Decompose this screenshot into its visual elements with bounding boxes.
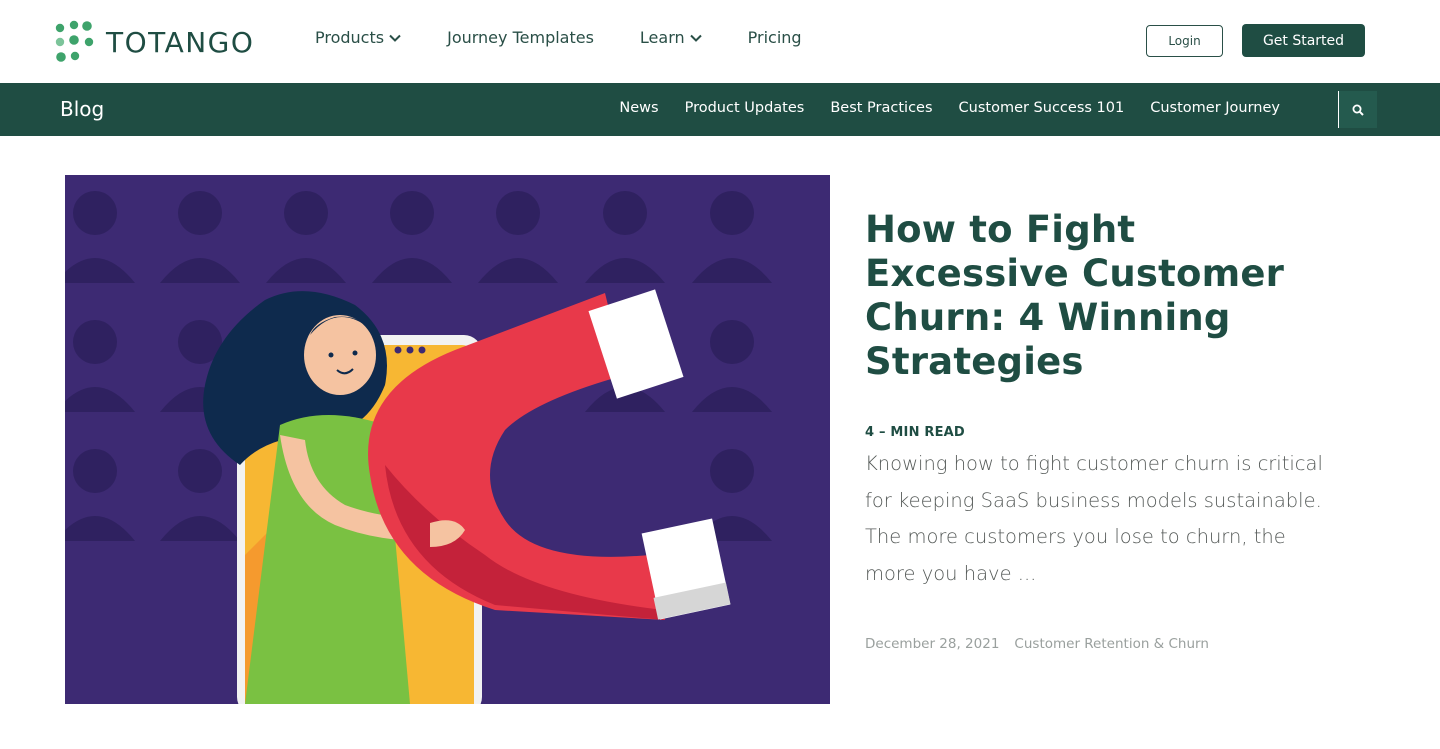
nav-item-label: Pricing <box>747 28 802 47</box>
nav-item-label: Products <box>315 28 385 47</box>
totango-logo[interactable]: TOTANGO <box>54 20 254 64</box>
logo-dots-icon <box>55 20 94 62</box>
blog-nav-bar: Blog News Product Updates Best Practices… <box>0 83 1440 136</box>
nav-item-learn[interactable]: Learn <box>640 28 702 47</box>
nav-item-products[interactable]: Products <box>315 28 401 47</box>
login-button[interactable]: Login <box>1146 25 1223 57</box>
blog-nav-customer-journey[interactable]: Customer Journey <box>1150 100 1280 116</box>
read-time: 4 – MIN READ <box>865 425 965 440</box>
nav-item-label: Journey Templates <box>447 28 594 47</box>
article-excerpt: Knowing how to fight customer churn is c… <box>865 452 1323 585</box>
blog-nav-customer-success-101[interactable]: Customer Success 101 <box>959 100 1125 116</box>
article-title[interactable]: How to Fight Excessive Customer Churn: 4… <box>865 208 1335 384</box>
article-summary: How to Fight Excessive Customer Churn: 4… <box>865 208 1335 652</box>
article-meta: December 28, 2021 Customer Retention & C… <box>865 636 1335 652</box>
search-button[interactable] <box>1338 91 1377 128</box>
chevron-down-icon <box>389 34 401 42</box>
top-header: TOTANGO Products Journey Templates Learn… <box>0 0 1440 83</box>
nav-item-label: Learn <box>639 28 685 47</box>
article-hero-image[interactable] <box>65 175 830 704</box>
blog-title[interactable]: Blog <box>60 97 104 121</box>
blog-nav-news[interactable]: News <box>619 100 658 116</box>
chevron-down-icon <box>689 34 702 42</box>
nav-item-pricing[interactable]: Pricing <box>748 28 802 47</box>
nav-item-journey-templates[interactable]: Journey Templates <box>447 28 594 47</box>
search-icon <box>1352 104 1364 116</box>
magnet-illustration <box>65 175 830 704</box>
logo-text: TOTANGO <box>106 25 255 59</box>
main-nav: Products Journey Templates Learn Pricing <box>315 28 848 47</box>
blog-nav-product-updates[interactable]: Product Updates <box>685 100 805 116</box>
article-date: December 28, 2021 <box>865 636 1000 652</box>
blog-category-nav: News Product Updates Best Practices Cust… <box>593 100 1280 116</box>
get-started-button[interactable]: Get Started <box>1242 24 1365 57</box>
blog-nav-best-practices[interactable]: Best Practices <box>830 100 932 116</box>
article-category[interactable]: Customer Retention & Churn <box>1014 636 1208 652</box>
